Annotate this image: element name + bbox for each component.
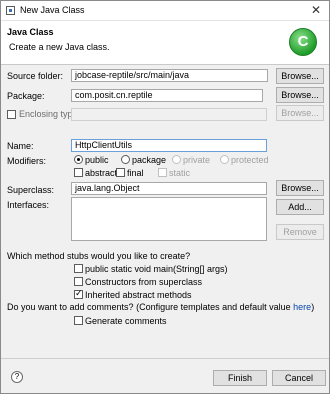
modifier-public-radio[interactable] xyxy=(74,155,83,164)
modifier-public-label: public xyxy=(85,155,109,165)
stub-inherited-label: Inherited abstract methods xyxy=(85,290,192,300)
finish-button[interactable]: Finish xyxy=(213,370,267,386)
superclass-label: Superclass: xyxy=(7,185,55,195)
help-icon[interactable]: ? xyxy=(11,371,23,383)
wizard-banner: Java Class Create a new Java class. C xyxy=(1,21,329,65)
window-app-icon xyxy=(6,6,15,15)
source-folder-label: Source folder: xyxy=(7,71,64,81)
stub-main-label: public static void main(String[] args) xyxy=(85,264,228,274)
modifier-package-radio[interactable] xyxy=(121,155,130,164)
modifier-private-label: private xyxy=(183,155,211,165)
add-interface-button[interactable]: Add... xyxy=(276,199,324,215)
new-java-class-dialog: New Java Class ✕ Java Class Create a new… xyxy=(0,0,330,394)
cancel-button[interactable]: Cancel xyxy=(272,370,326,386)
interfaces-label: Interfaces: xyxy=(7,200,50,210)
banner-subtitle: Create a new Java class. xyxy=(9,42,110,52)
modifier-static-checkbox[interactable] xyxy=(158,168,167,177)
modifier-abstract-checkbox[interactable] xyxy=(74,168,83,177)
logo-glyph: C xyxy=(297,33,309,50)
enclosing-type-input[interactable] xyxy=(71,108,267,121)
stubs-question: Which method stubs would you like to cre… xyxy=(7,251,191,261)
new-class-wizard-icon: C xyxy=(289,28,317,56)
name-label: Name: xyxy=(7,141,34,151)
modifier-final-checkbox[interactable] xyxy=(116,168,125,177)
generate-comments-checkbox[interactable] xyxy=(74,316,83,325)
banner-heading: Java Class xyxy=(7,27,54,37)
modifier-package-label: package xyxy=(132,155,167,165)
package-browse-button[interactable]: Browse... xyxy=(276,87,324,103)
window-title: New Java Class xyxy=(20,5,85,15)
interfaces-list[interactable] xyxy=(71,197,267,241)
stub-inherited-checkbox[interactable] xyxy=(74,288,83,299)
enclosing-type-browse-button[interactable]: Browse... xyxy=(276,105,324,121)
enclosing-type-checkbox[interactable] xyxy=(7,110,16,119)
modifier-protected-radio[interactable] xyxy=(220,155,229,164)
source-folder-browse-button[interactable]: Browse... xyxy=(276,68,324,84)
title-bar: New Java Class ✕ xyxy=(1,1,329,21)
stub-constructors-checkbox[interactable] xyxy=(74,277,83,286)
comments-question-end: ) xyxy=(311,302,315,312)
modifier-final-label: final xyxy=(127,168,144,178)
modifier-abstract-label: abstract xyxy=(85,168,118,178)
package-label: Package: xyxy=(7,91,45,101)
superclass-browse-button[interactable]: Browse... xyxy=(276,180,324,196)
close-icon[interactable]: ✕ xyxy=(309,3,323,17)
superclass-input[interactable]: java.lang.Object xyxy=(71,182,267,195)
modifier-private-radio[interactable] xyxy=(172,155,181,164)
class-name-input[interactable]: HttpClientUtils xyxy=(71,139,267,152)
comments-question: Do you want to add comments? (Configure … xyxy=(7,302,314,312)
modifier-static-label: static xyxy=(169,168,191,178)
footer-separator xyxy=(1,358,329,359)
source-folder-input[interactable]: jobcase-reptile/src/main/java xyxy=(71,69,268,82)
modifiers-label: Modifiers: xyxy=(7,156,47,166)
configure-templates-link[interactable]: here xyxy=(293,302,311,312)
package-input[interactable]: com.posit.cn.reptile xyxy=(71,89,263,102)
modifier-protected-label: protected xyxy=(231,155,269,165)
stub-main-checkbox[interactable] xyxy=(74,264,83,273)
comments-question-text: Do you want to add comments? (Configure … xyxy=(7,302,294,312)
remove-interface-button[interactable]: Remove xyxy=(276,224,324,240)
stub-constructors-label: Constructors from superclass xyxy=(85,277,203,287)
generate-comments-label: Generate comments xyxy=(85,316,167,326)
